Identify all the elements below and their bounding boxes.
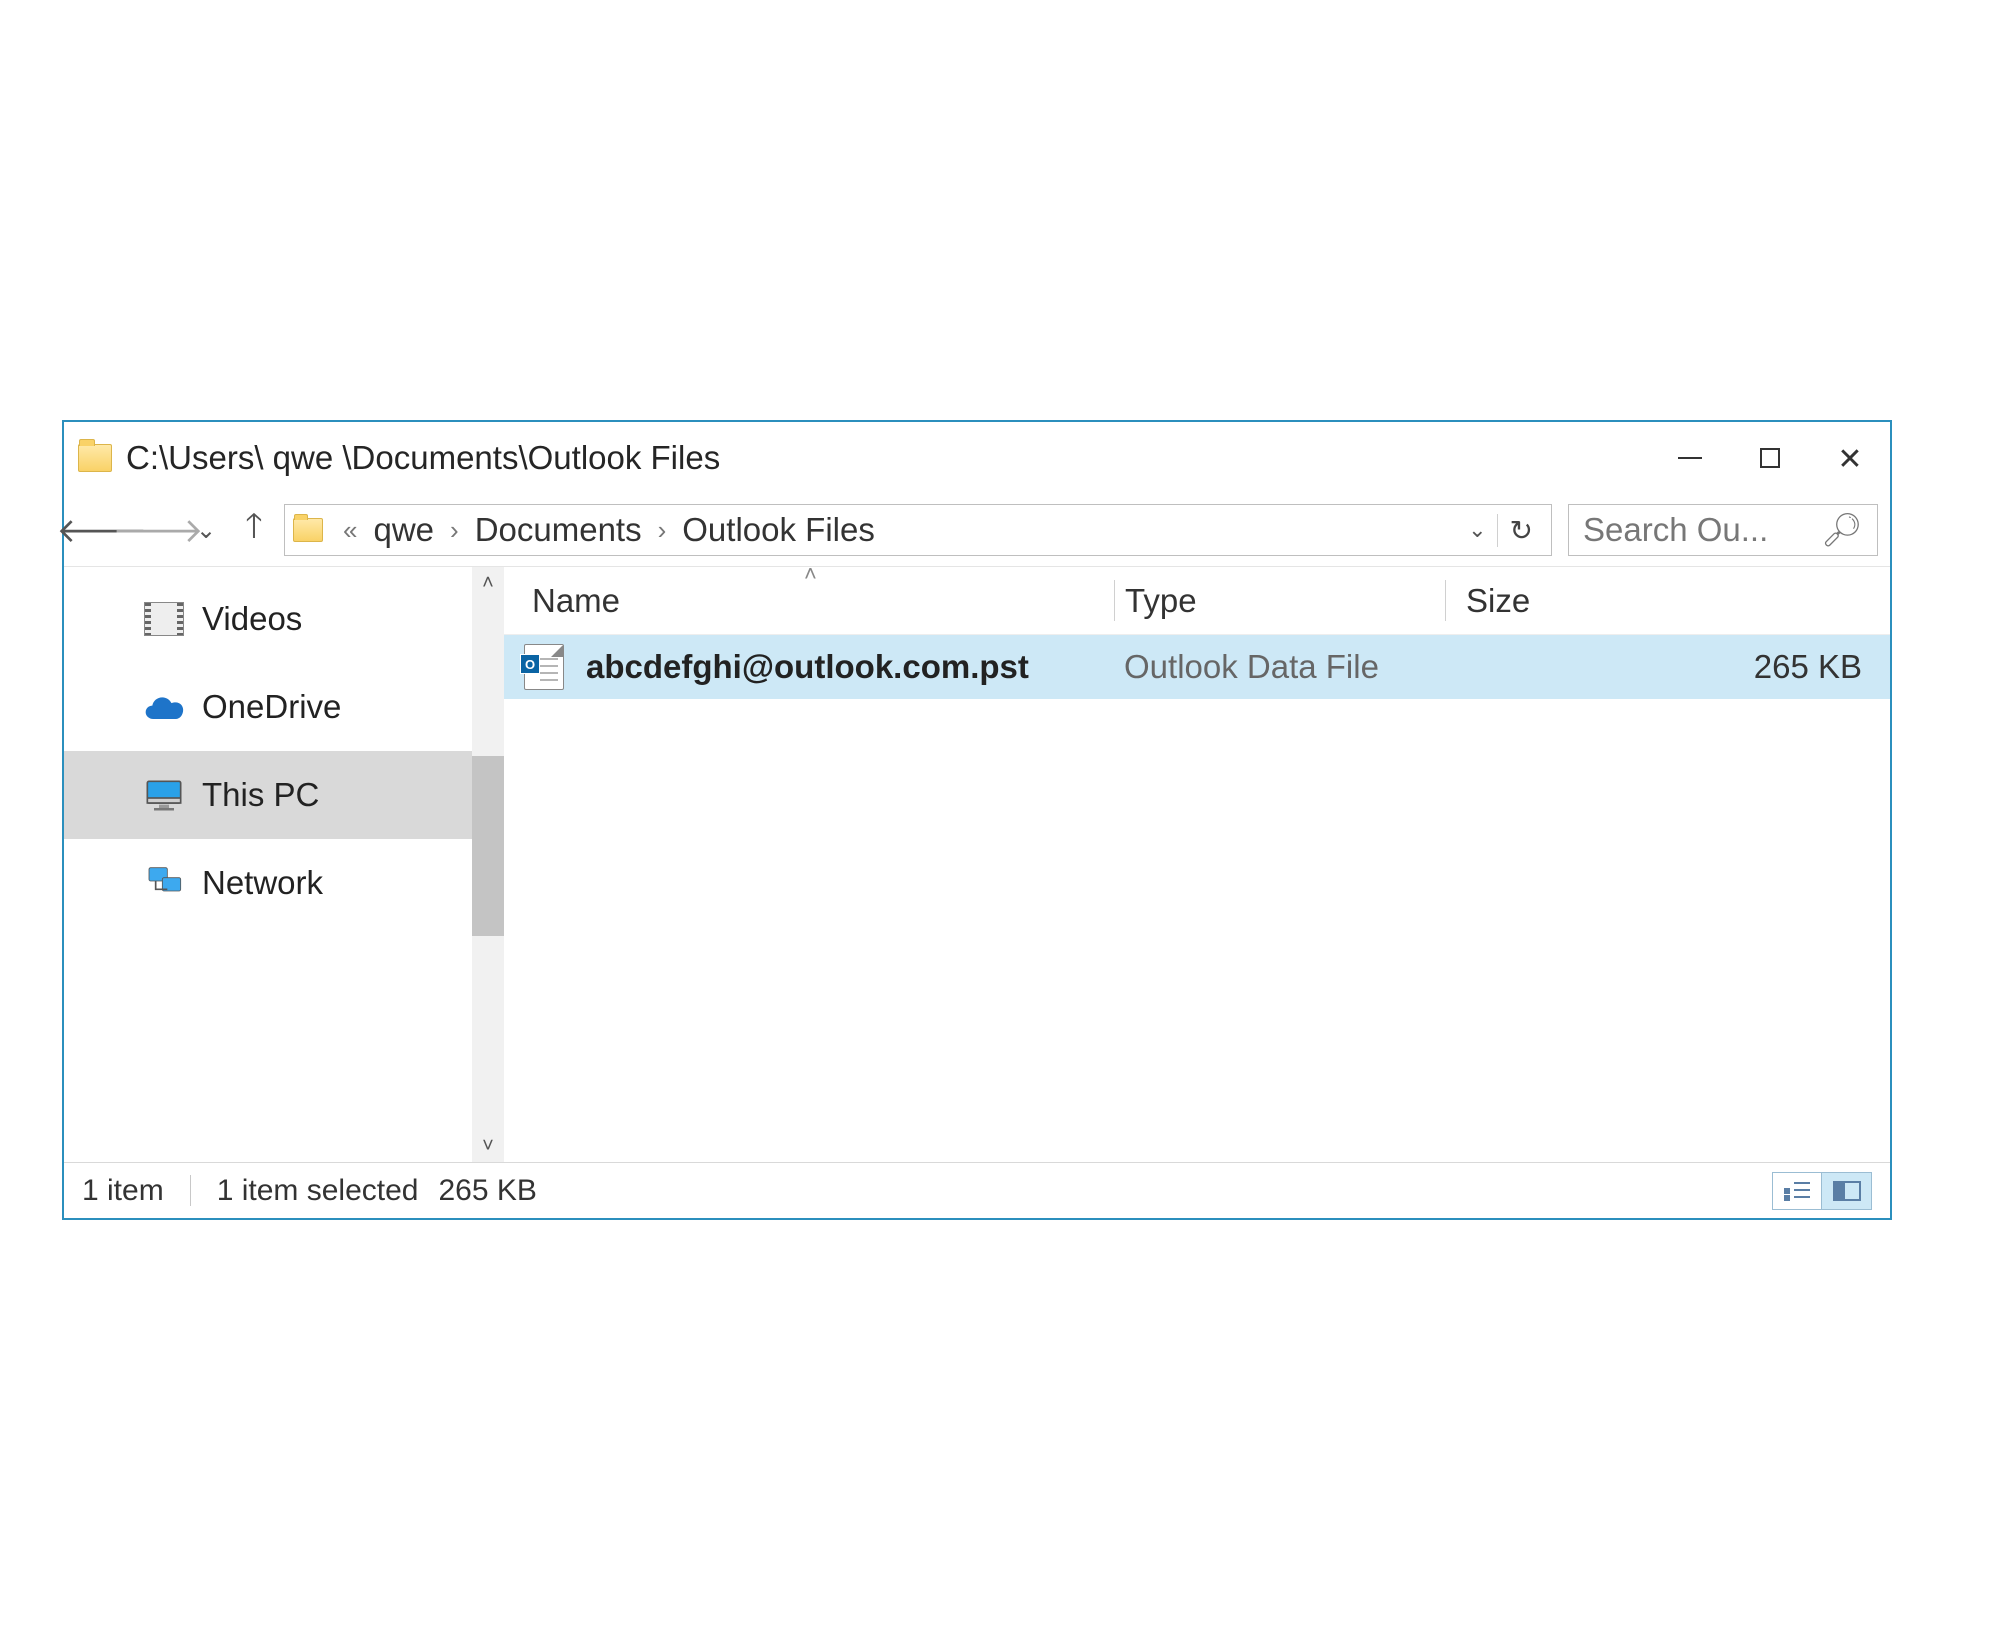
forward-button[interactable]: 🡒 <box>132 504 184 556</box>
address-history-button[interactable]: ⌄ <box>1458 517 1496 543</box>
view-large-icons-button[interactable] <box>1822 1172 1872 1210</box>
search-input[interactable]: Search Ou... 🔍︎ <box>1568 504 1878 556</box>
folder-icon <box>78 444 112 472</box>
sidebar-scrollbar[interactable]: ˄ ˅ <box>472 567 504 1162</box>
file-list[interactable]: O abcdefghi@outlook.com.pst Outlook Data… <box>504 635 1890 1162</box>
thispc-icon <box>144 778 184 812</box>
chevron-right-icon[interactable]: › <box>440 515 469 546</box>
sidebar-item-label: OneDrive <box>202 688 341 726</box>
scrollbar-thumb[interactable] <box>472 756 504 936</box>
sidebar-item-label: This PC <box>202 776 319 814</box>
window-title: C:\Users\ qwe \Documents\Outlook Files <box>126 439 720 477</box>
status-bar: 1 item 1 item selected 265 KB <box>64 1162 1890 1218</box>
recent-locations-button[interactable]: ⌄ <box>188 504 224 556</box>
onedrive-icon <box>144 690 184 724</box>
sidebar-item-thispc[interactable]: This PC <box>64 751 504 839</box>
breadcrumb-overflow[interactable]: « <box>333 515 367 546</box>
network-icon <box>144 866 184 900</box>
refresh-button[interactable]: ↻ <box>1497 514 1545 547</box>
file-size: 265 KB <box>1444 648 1890 686</box>
sort-indicator-icon: ˄ <box>804 561 817 587</box>
scroll-down-icon[interactable]: ˅ <box>472 1130 504 1162</box>
chevron-right-icon[interactable]: › <box>648 515 677 546</box>
videos-icon <box>144 602 184 636</box>
maximize-button[interactable] <box>1730 422 1810 494</box>
search-icon: 🔍︎ <box>1821 511 1863 550</box>
scroll-up-icon[interactable]: ˄ <box>472 567 504 599</box>
sidebar-item-videos[interactable]: Videos <box>64 575 504 663</box>
address-bar[interactable]: « qwe › Documents › Outlook Files ⌄ ↻ <box>284 504 1552 556</box>
sidebar-item-network[interactable]: Network <box>64 839 504 927</box>
breadcrumb-segment[interactable]: Outlook Files <box>678 511 879 549</box>
sidebar-item-onedrive[interactable]: OneDrive <box>64 663 504 751</box>
search-placeholder: Search Ou... <box>1583 511 1768 549</box>
view-details-button[interactable] <box>1772 1172 1822 1210</box>
window-controls <box>1650 422 1890 494</box>
navigation-bar: 🡐 🡒 ⌄ 🡑 « qwe › Documents › Outlook File… <box>64 494 1890 566</box>
folder-icon <box>293 518 323 542</box>
file-name: abcdefghi@outlook.com.pst <box>586 648 1029 686</box>
explorer-window: C:\Users\ qwe \Documents\Outlook Files 🡐… <box>62 420 1892 1220</box>
status-selection: 1 item selected <box>217 1174 419 1208</box>
status-item-count: 1 item <box>82 1174 164 1208</box>
sidebar-item-label: Network <box>202 864 323 902</box>
column-header-type[interactable]: Type <box>1115 567 1445 634</box>
file-list-pane: ˄ Name Type Size O abcdefghi@outlook.com… <box>504 567 1890 1162</box>
view-switcher <box>1772 1172 1872 1210</box>
close-button[interactable] <box>1810 422 1890 494</box>
column-headers: ˄ Name Type Size <box>504 567 1890 635</box>
status-selection-size: 265 KB <box>438 1174 536 1208</box>
outlook-pst-icon: O <box>524 644 564 690</box>
column-header-size[interactable]: Size <box>1446 567 1890 634</box>
navigation-pane: Videos OneDrive This PC Network <box>64 567 504 1162</box>
file-type: Outlook Data File <box>1114 648 1444 686</box>
breadcrumb-segment[interactable]: qwe <box>369 511 438 549</box>
file-row[interactable]: O abcdefghi@outlook.com.pst Outlook Data… <box>504 635 1890 699</box>
sidebar-item-label: Videos <box>202 600 302 638</box>
breadcrumb-segment[interactable]: Documents <box>471 511 646 549</box>
up-button[interactable]: 🡑 <box>228 504 280 556</box>
title-bar[interactable]: C:\Users\ qwe \Documents\Outlook Files <box>64 422 1890 494</box>
minimize-button[interactable] <box>1650 422 1730 494</box>
